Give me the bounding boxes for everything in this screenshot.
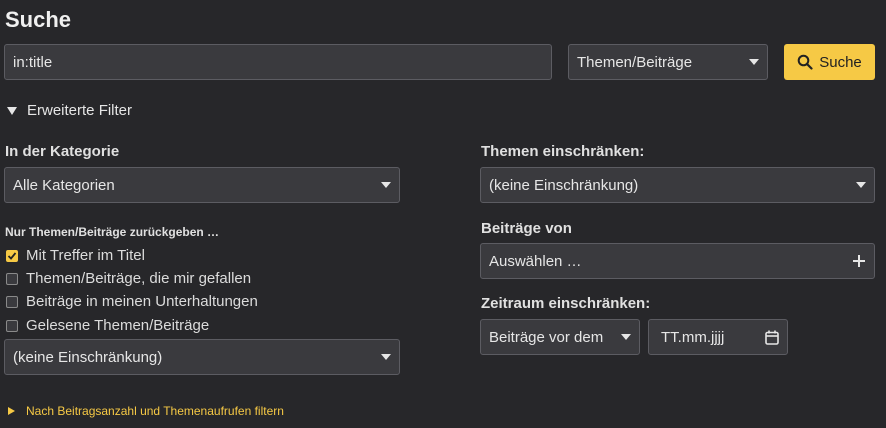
status-select[interactable]: (keine Einschränkung): [4, 339, 400, 375]
posts-by-label: Beiträge von: [481, 220, 572, 237]
chevron-down-icon: [856, 182, 866, 188]
check-title-match[interactable]: Mit Treffer im Titel: [6, 247, 145, 264]
timeframe-label: Zeitraum einschränken:: [481, 295, 651, 312]
check-read-label: Gelesene Themen/Beiträge: [26, 317, 210, 334]
restrict-topics-label: Themen einschränken:: [481, 143, 645, 160]
only-return-label: Nur Themen/Beiträge zurückgeben …: [5, 225, 220, 239]
category-label: In der Kategorie: [5, 143, 120, 160]
triangle-down-icon: [7, 106, 17, 115]
posts-by-placeholder: Auswählen …: [489, 252, 582, 270]
posts-by-selector[interactable]: Auswählen …: [480, 243, 875, 279]
chevron-down-icon: [381, 182, 391, 188]
chevron-down-icon: [381, 354, 391, 360]
status-select-value: (keine Einschränkung): [13, 348, 163, 366]
checkbox-icon[interactable]: [6, 295, 18, 308]
search-type-value: Themen/Beiträge: [577, 53, 693, 71]
search-type-select[interactable]: Themen/Beiträge: [568, 44, 768, 80]
date-input[interactable]: TT.mm.jjjj: [648, 319, 788, 355]
chevron-down-icon: [749, 59, 759, 65]
search-icon: [797, 54, 813, 70]
search-input[interactable]: in:title: [4, 44, 552, 80]
check-messages-label: Beiträge in meinen Unterhaltungen: [26, 293, 258, 310]
category-select-value: Alle Kategorien: [13, 176, 115, 194]
checkbox-icon[interactable]: [6, 319, 18, 332]
category-select[interactable]: Alle Kategorien: [4, 167, 400, 203]
plus-icon[interactable]: [852, 254, 866, 268]
check-liked[interactable]: Themen/Beiträge, die mir gefallen: [6, 270, 251, 287]
triangle-right-icon: [8, 407, 15, 415]
calendar-icon[interactable]: [765, 330, 779, 345]
timeframe-select-value: Beiträge vor dem: [489, 328, 604, 346]
check-title-match-label: Mit Treffer im Titel: [26, 247, 145, 264]
check-liked-label: Themen/Beiträge, die mir gefallen: [26, 270, 252, 287]
search-input-value: in:title: [13, 53, 53, 71]
search-button-label: Suche: [819, 53, 862, 71]
advanced-filters-toggle[interactable]: Erweiterte Filter: [7, 102, 132, 119]
chevron-down-icon: [621, 334, 631, 340]
timeframe-select[interactable]: Beiträge vor dem: [480, 319, 640, 355]
check-messages[interactable]: Beiträge in meinen Unterhaltungen: [6, 293, 258, 310]
advanced-filters-label: Erweiterte Filter: [27, 102, 133, 119]
restrict-topics-select[interactable]: (keine Einschränkung): [480, 167, 875, 203]
post-count-filter-label: Nach Beitragsanzahl und Themenaufrufen f…: [26, 404, 284, 418]
page-title: Suche: [5, 7, 72, 32]
checkbox-checked-icon[interactable]: [6, 249, 18, 262]
restrict-topics-value: (keine Einschränkung): [489, 176, 639, 194]
checkbox-icon[interactable]: [6, 272, 18, 285]
date-input-placeholder: TT.mm.jjjj: [661, 328, 725, 346]
post-count-filter-toggle[interactable]: Nach Beitragsanzahl und Themenaufrufen f…: [8, 404, 284, 418]
check-read[interactable]: Gelesene Themen/Beiträge: [6, 317, 209, 334]
search-button[interactable]: Suche: [784, 44, 875, 80]
